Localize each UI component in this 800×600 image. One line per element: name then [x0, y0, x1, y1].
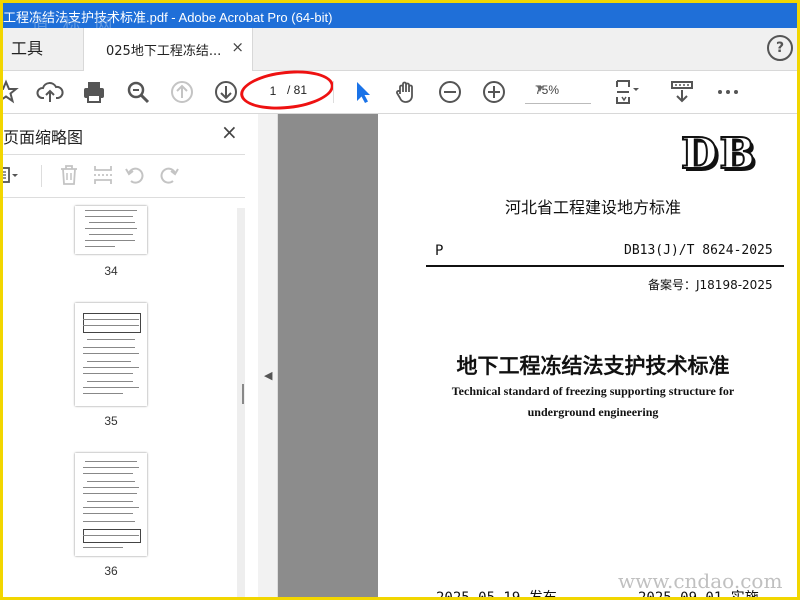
- standard-organization: 河北省工程建设地方标准: [504, 198, 681, 217]
- chevron-down-icon: ▼: [535, 84, 545, 95]
- standard-title-cn: 地下工程冻结法支护技术标准: [456, 353, 730, 378]
- thumbnails-panel: 页面缩略图 × 34 35 36: [3, 114, 259, 597]
- header-rule: [426, 265, 784, 267]
- document-viewport: DB 河北省工程建设地方标准 P DB13(J)/T 8624-2025 备案号…: [278, 114, 797, 600]
- print-icon[interactable]: [79, 77, 109, 107]
- watermark-bottom: www.cndao.com: [618, 569, 783, 593]
- hand-tool-icon[interactable]: [391, 77, 421, 107]
- scroll-mode-icon[interactable]: [667, 77, 697, 107]
- splitter-grip[interactable]: [242, 384, 244, 404]
- standard-title-en-line1: Technical standard of freezing supportin…: [451, 384, 735, 398]
- db-logo: DB: [680, 128, 757, 179]
- app-window: 工程冻结法支护技术标准.pdf - Adobe Acrobat Pro (64-…: [0, 0, 800, 600]
- delete-page-icon[interactable]: [57, 163, 81, 187]
- help-icon[interactable]: ?: [767, 35, 793, 61]
- page-display-icon[interactable]: [611, 77, 641, 107]
- record-number: 备案号：J18198-2025: [648, 278, 773, 292]
- rotate-left-icon[interactable]: [123, 163, 147, 187]
- close-panel-icon[interactable]: ×: [221, 120, 238, 144]
- issue-date: 2025-05-19 发布: [436, 590, 557, 600]
- collapse-left-icon[interactable]: ◀: [264, 369, 272, 382]
- page-thumbnail[interactable]: [75, 453, 147, 556]
- pdf-page: DB 河北省工程建设地方标准 P DB13(J)/T 8624-2025 备案号…: [378, 114, 797, 600]
- more-options-icon[interactable]: [713, 77, 743, 107]
- red-highlight-ellipse: [238, 66, 336, 114]
- zoom-level-dropdown[interactable]: 75% ▼: [525, 79, 591, 104]
- classification-letter: P: [435, 243, 444, 259]
- page-thumbnail[interactable]: [75, 206, 147, 254]
- thumbnail-label: 35: [104, 414, 118, 428]
- tab-document[interactable]: 025地下工程冻结... ×: [83, 28, 253, 71]
- previous-page-icon[interactable]: [167, 77, 197, 107]
- toolbar: / 81 75% ▼: [3, 66, 797, 114]
- thumbnail-list: 34 35 36: [3, 198, 237, 597]
- panel-title: 页面缩略图: [3, 128, 84, 147]
- title-bar: 工程冻结法支护技术标准.pdf - Adobe Acrobat Pro (64-…: [3, 3, 797, 36]
- insert-page-icon[interactable]: [91, 163, 115, 187]
- tab-document-label: 025地下工程冻结...: [106, 44, 222, 59]
- panel-splitter[interactable]: ◀: [242, 114, 278, 597]
- select-cursor-icon[interactable]: [347, 77, 377, 107]
- next-page-icon[interactable]: [211, 77, 241, 107]
- rotate-right-icon[interactable]: [157, 163, 181, 187]
- standard-number: DB13(J)/T 8624-2025: [624, 243, 773, 258]
- zoom-search-icon[interactable]: [123, 77, 153, 107]
- thumbnail-scrollbar[interactable]: [237, 208, 245, 597]
- page-thumbnail[interactable]: [75, 303, 147, 406]
- panel-toolbar: [3, 154, 245, 198]
- standard-title-en-line2: underground engineering: [527, 405, 659, 419]
- thumbnail-label: 34: [104, 264, 118, 278]
- thumbnail-label: 36: [104, 564, 118, 578]
- thumbnail-options-icon[interactable]: [3, 163, 19, 187]
- tab-tools[interactable]: 工具: [3, 28, 73, 70]
- panel-divider: [41, 165, 42, 187]
- close-tab-icon[interactable]: ×: [231, 38, 244, 56]
- toolbar-divider: [333, 81, 334, 103]
- zoom-out-icon[interactable]: [435, 77, 465, 107]
- upload-cloud-icon[interactable]: [35, 77, 65, 107]
- tab-bar: 工具 025地下工程冻结... × ?: [3, 28, 797, 71]
- bookmark-star-icon[interactable]: [3, 77, 21, 107]
- zoom-in-icon[interactable]: [479, 77, 509, 107]
